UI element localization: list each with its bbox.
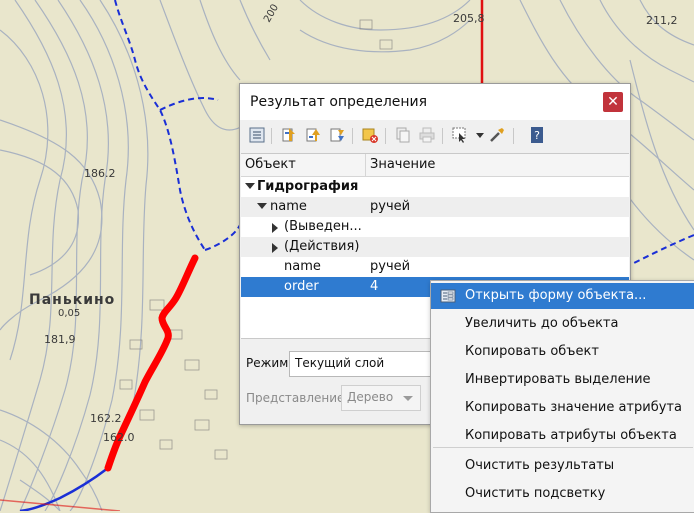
- close-button[interactable]: ✕: [603, 92, 623, 112]
- derived-node: (Выведен...: [284, 219, 362, 234]
- expand-all-icon[interactable]: [328, 126, 346, 144]
- attribute-value: 4: [370, 279, 379, 294]
- map-label: Панькино: [29, 292, 116, 308]
- copy-feature-icon[interactable]: [394, 126, 412, 144]
- tree-row-feature[interactable]: name ручей: [241, 197, 629, 217]
- clear-results-icon[interactable]: [361, 126, 379, 144]
- map-label: 186.2: [84, 167, 116, 180]
- layer-name: Гидрография: [257, 179, 359, 194]
- view-value: Дерево: [347, 390, 394, 404]
- panel-title: Результат определения: [250, 94, 428, 110]
- map-label: 181,9: [44, 333, 76, 346]
- tree-header: Объект Значение: [241, 154, 629, 177]
- map-label: 0,05: [58, 308, 81, 319]
- map-label: 205,8: [453, 12, 485, 25]
- menu-item-label: Инвертировать выделение: [465, 372, 651, 387]
- help-icon[interactable]: ?: [528, 126, 546, 144]
- column-header-value[interactable]: Значение: [370, 157, 435, 172]
- expand-arrow-icon[interactable]: [257, 203, 267, 209]
- attribute-name: order: [284, 279, 319, 294]
- tree-row-layer[interactable]: Гидрография: [241, 177, 629, 197]
- toolbar-separator: [513, 128, 514, 144]
- view-select[interactable]: Дерево: [341, 385, 421, 411]
- mode-value: Текущий слой: [295, 356, 385, 370]
- menu-item-copy-feature-attributes[interactable]: Копировать атрибуты объекта: [431, 423, 694, 449]
- toolbar-separator: [271, 128, 272, 144]
- menu-item-label: Копировать значение атрибута: [465, 400, 682, 415]
- tree-row-actions[interactable]: (Действия): [241, 237, 629, 257]
- menu-item-clear-results[interactable]: Очистить результаты: [431, 453, 694, 479]
- expand-tree-icon[interactable]: [248, 126, 266, 144]
- menu-item-copy-attribute-value[interactable]: Копировать значение атрибута: [431, 395, 694, 421]
- tree-row-attribute[interactable]: name ручей: [241, 257, 629, 277]
- map-label: 211,2: [646, 14, 678, 27]
- map-label: 162.2: [90, 412, 122, 425]
- menu-item-label: Очистить результаты: [465, 458, 615, 473]
- expand-arrow-icon[interactable]: [245, 183, 255, 189]
- menu-item-zoom-to-feature[interactable]: Увеличить до объекта: [431, 311, 694, 337]
- menu-separator: [433, 447, 693, 448]
- menu-item-label: Открыть форму объекта...: [465, 288, 647, 303]
- menu-item-label: Копировать объект: [465, 344, 599, 359]
- chevron-down-icon: [403, 396, 413, 401]
- print-icon[interactable]: [418, 126, 436, 144]
- chevron-down-icon[interactable]: [471, 126, 484, 144]
- menu-item-open-form[interactable]: Открыть форму объекта...: [431, 283, 694, 309]
- form-icon: [440, 288, 456, 304]
- menu-item-copy-feature[interactable]: Копировать объект: [431, 339, 694, 365]
- collapsed-arrow-icon[interactable]: [272, 243, 278, 253]
- column-header-feature[interactable]: Объект: [245, 157, 296, 172]
- feature-field-value: ручей: [370, 199, 411, 214]
- view-label: Представление: [246, 391, 345, 405]
- attribute-name: name: [284, 259, 321, 274]
- select-features-icon[interactable]: [451, 126, 469, 144]
- mode-select[interactable]: Текущий слой: [289, 351, 431, 377]
- collapse-tree-icon[interactable]: [280, 126, 298, 144]
- attribute-value: ручей: [370, 259, 411, 274]
- menu-item-invert-selection[interactable]: Инвертировать выделение: [431, 367, 694, 393]
- menu-item-label: Очистить подсветку: [465, 486, 606, 501]
- menu-item-label: Копировать атрибуты объекта: [465, 428, 677, 443]
- svg-text:?: ?: [534, 129, 540, 142]
- menu-item-label: Увеличить до объекта: [465, 316, 619, 331]
- tree-row-derived[interactable]: (Выведен...: [241, 217, 629, 237]
- feature-field-name: name: [270, 199, 307, 214]
- close-icon: ✕: [607, 94, 619, 110]
- identify-settings-icon[interactable]: [488, 126, 506, 144]
- column-divider[interactable]: [365, 154, 366, 176]
- toolbar-separator: [352, 128, 353, 144]
- panel-toolbar: ?: [240, 122, 630, 150]
- toolbar-separator: [442, 128, 443, 144]
- context-menu: Открыть форму объекта... Увеличить до об…: [430, 280, 694, 513]
- expand-new-icon[interactable]: [304, 126, 322, 144]
- actions-node: (Действия): [284, 239, 360, 254]
- collapsed-arrow-icon[interactable]: [272, 223, 278, 233]
- toolbar-separator: [385, 128, 386, 144]
- mode-label: Режим: [246, 356, 289, 370]
- menu-item-clear-highlights[interactable]: Очистить подсветку: [431, 481, 694, 507]
- panel-titlebar[interactable]: Результат определения ✕: [240, 84, 630, 120]
- map-label: 162.0: [103, 431, 135, 444]
